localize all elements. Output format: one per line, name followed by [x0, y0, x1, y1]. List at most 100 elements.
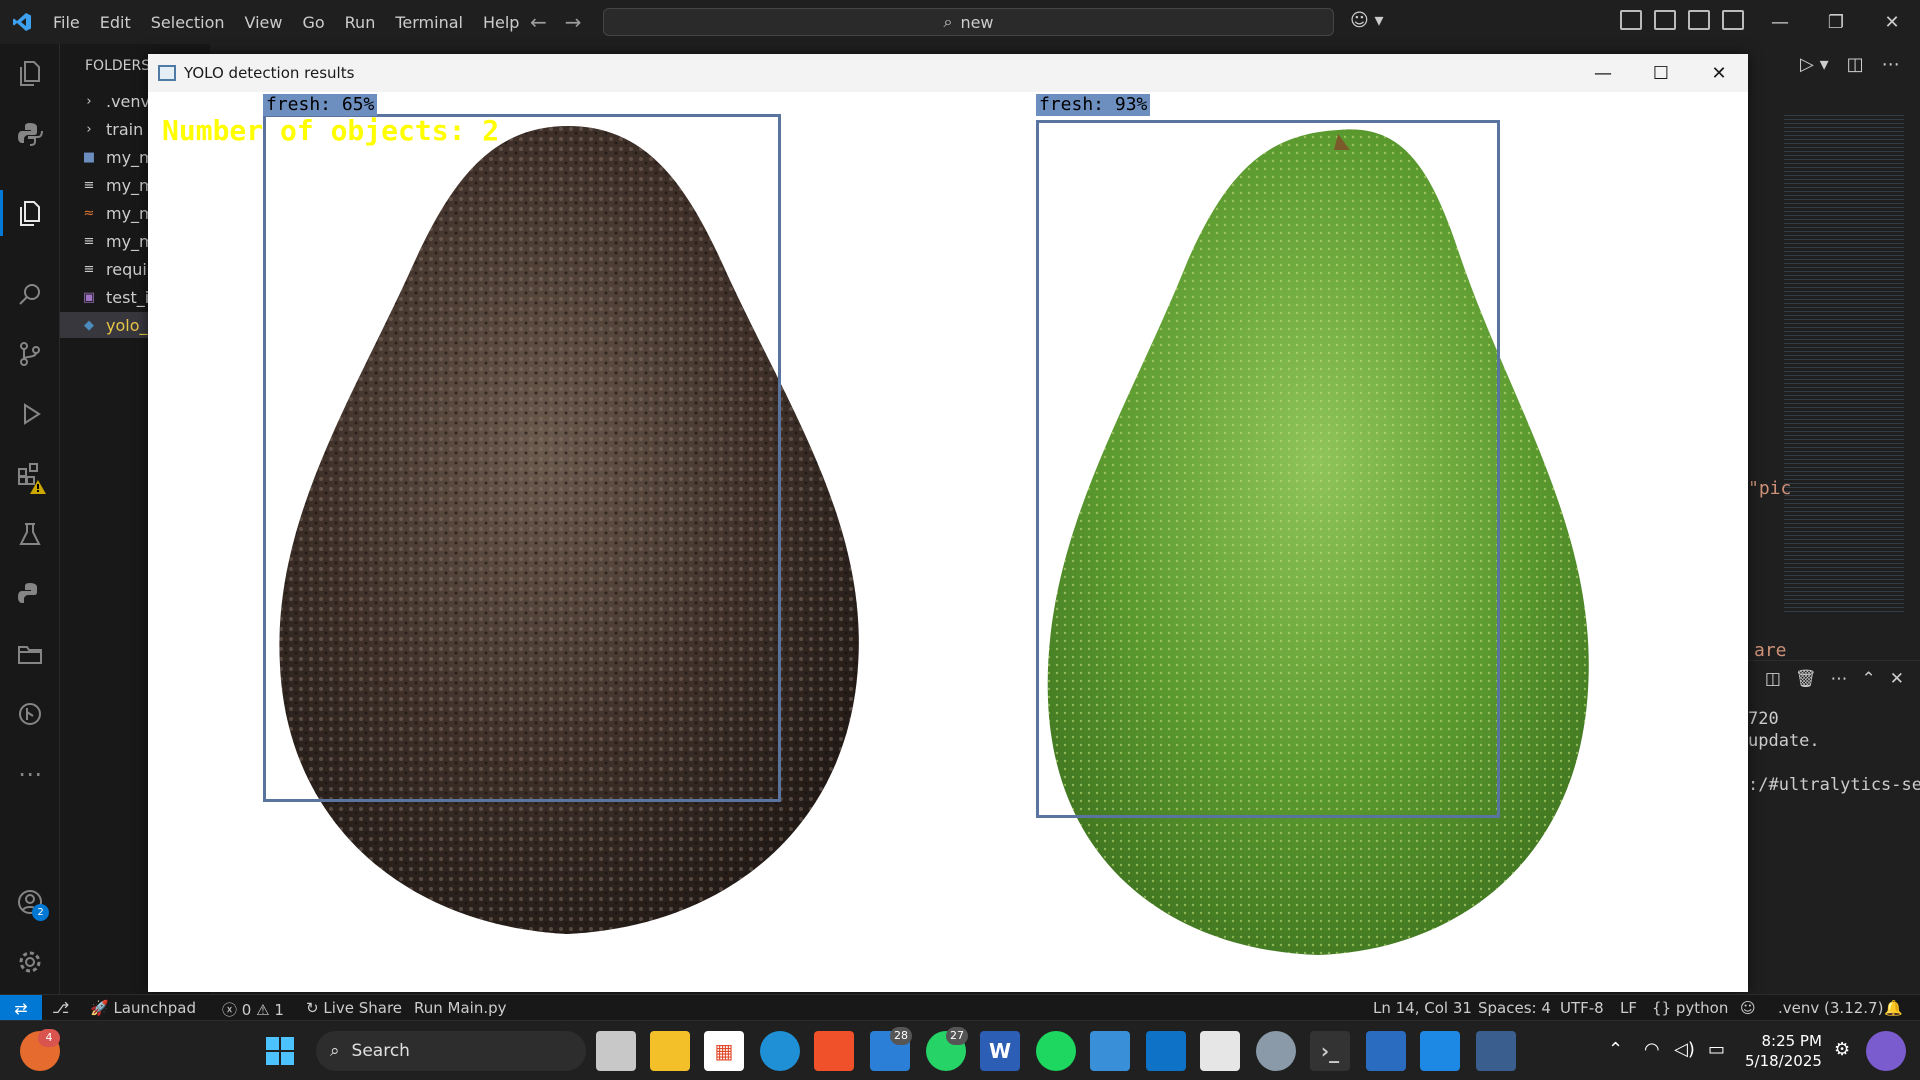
menu-terminal[interactable]: Terminal: [386, 7, 472, 38]
customize-layout-icon[interactable]: [1620, 10, 1642, 30]
menu-selection[interactable]: Selection: [142, 7, 234, 38]
maximize-icon[interactable]: ☐: [1632, 54, 1690, 92]
split-editor-icon[interactable]: ◫: [1847, 54, 1864, 75]
more-views-icon[interactable]: ⋯: [14, 758, 46, 790]
detection-label: fresh: 65%: [263, 94, 378, 116]
trash-icon[interactable]: 🗑: [1795, 669, 1817, 689]
photos-icon[interactable]: [1420, 1031, 1460, 1071]
eol-status[interactable]: LF: [1620, 999, 1637, 1017]
toggle-panel-icon[interactable]: [1688, 10, 1710, 30]
task-view-icon[interactable]: [596, 1031, 636, 1071]
text-file-icon: ≡: [83, 261, 95, 277]
run-file-icon[interactable]: ▷ ▾: [1800, 54, 1829, 75]
python-env-icon[interactable]: [14, 578, 46, 610]
launchpad-status[interactable]: 🚀 Launchpad: [90, 999, 196, 1017]
menu-view[interactable]: View: [236, 7, 292, 38]
spotify-icon[interactable]: [1036, 1031, 1076, 1071]
live-share-status[interactable]: ↻ Live Share: [306, 999, 402, 1017]
close-panel-icon[interactable]: ✕: [1890, 669, 1904, 689]
explorer-files-icon[interactable]: [14, 58, 46, 90]
notifications-bell-icon[interactable]: 🔔: [1884, 999, 1903, 1017]
battery-icon[interactable]: ▭: [1708, 1039, 1725, 1060]
run-debug-icon[interactable]: [14, 398, 46, 430]
problems-status[interactable]: ⓧ 0 ⚠ 1: [222, 999, 284, 1020]
git-graph-icon[interactable]: [14, 698, 46, 730]
back-arrow-icon[interactable]: ←: [530, 10, 547, 34]
notification-badge: 4: [38, 1029, 60, 1047]
warning-badge-icon: [30, 472, 46, 494]
show-hidden-icons-chevron-icon[interactable]: ⌃: [1608, 1039, 1623, 1060]
taskbar-search[interactable]: ⌕ Search: [316, 1031, 586, 1071]
close-icon[interactable]: ✕: [1690, 54, 1748, 92]
text-file-icon: ≡: [83, 233, 95, 249]
activity-bar: ⋯ 2: [0, 44, 60, 994]
snipping-tool-icon[interactable]: [1200, 1031, 1240, 1071]
volume-icon[interactable]: ◁): [1674, 1039, 1695, 1060]
toggle-primary-sidebar-icon[interactable]: [1654, 10, 1676, 30]
search-icon[interactable]: [14, 278, 46, 310]
yolo-window-titlebar[interactable]: YOLO detection results — ☐ ✕: [148, 54, 1748, 92]
menu-run[interactable]: Run: [336, 7, 385, 38]
notepad-icon[interactable]: [1090, 1031, 1130, 1071]
interpreter-status[interactable]: .venv (3.12.7): [1778, 999, 1883, 1017]
rss-file-icon: ≈: [83, 205, 95, 221]
copilot-taskbar-icon[interactable]: [1866, 1031, 1906, 1071]
windows-start-icon[interactable]: [260, 1031, 300, 1071]
vpn-icon[interactable]: [1366, 1031, 1406, 1071]
restore-icon[interactable]: ❐: [1808, 0, 1864, 44]
wifi-icon[interactable]: ◠: [1644, 1039, 1660, 1060]
terminal-icon[interactable]: ›_: [1310, 1031, 1350, 1071]
microsoft-store-icon[interactable]: ▦: [704, 1031, 744, 1071]
chevron-right-icon: ›: [86, 93, 92, 109]
word-icon[interactable]: W: [980, 1031, 1020, 1071]
minimap[interactable]: [1784, 115, 1904, 615]
image-file-icon: ▣: [82, 289, 96, 305]
project-manager-icon[interactable]: [14, 638, 46, 670]
terminal-line: 720: [1748, 709, 1779, 729]
outlook-badge: 28: [890, 1027, 912, 1045]
split-terminal-icon[interactable]: ◫: [1765, 669, 1781, 689]
close-icon[interactable]: ✕: [1864, 0, 1920, 44]
terminal-line: update.: [1748, 731, 1820, 751]
language-status[interactable]: {} python: [1652, 999, 1728, 1017]
extensions-icon[interactable]: [14, 458, 46, 494]
settings-gear-icon[interactable]: [14, 946, 46, 978]
vscode-taskbar-icon[interactable]: [1146, 1031, 1186, 1071]
remote-indicator-icon[interactable]: ⇄: [0, 995, 42, 1021]
accounts-icon[interactable]: 2: [14, 886, 49, 921]
command-center-search[interactable]: ⌕ new: [603, 8, 1334, 36]
more-actions-icon[interactable]: ⋯: [1882, 54, 1900, 75]
notification-settings-icon[interactable]: ⚙: [1834, 1039, 1850, 1060]
source-control-icon[interactable]: [14, 338, 46, 370]
copilot-icon[interactable]: ☺ ▾: [1350, 10, 1384, 31]
python-app-icon[interactable]: [1476, 1031, 1516, 1071]
settings-icon[interactable]: [1256, 1031, 1296, 1071]
menu-go[interactable]: Go: [293, 7, 333, 38]
toggle-secondary-sidebar-icon[interactable]: [1722, 10, 1744, 30]
forward-arrow-icon[interactable]: →: [565, 10, 582, 34]
clock[interactable]: 8:25 PM 5/18/2025: [1745, 1031, 1822, 1071]
source-control-status-icon[interactable]: ⎇: [52, 999, 69, 1017]
run-main-status[interactable]: Run Main.py: [414, 999, 507, 1017]
menu-help[interactable]: Help: [474, 7, 528, 38]
cursor-position-status[interactable]: Ln 14, Col 31: [1373, 999, 1472, 1017]
menu-edit[interactable]: Edit: [91, 7, 140, 38]
copilot-status-icon[interactable]: ☺: [1740, 999, 1756, 1017]
yolo-window-title: YOLO detection results: [184, 64, 355, 82]
explorer-icon[interactable]: [14, 198, 46, 230]
yolo-window-controls: — ☐ ✕: [1574, 54, 1748, 92]
python-icon[interactable]: [14, 118, 46, 150]
minimize-icon[interactable]: —: [1752, 0, 1808, 44]
detection-label: fresh: 93%: [1036, 94, 1151, 116]
more-icon[interactable]: ⋯: [1831, 669, 1848, 689]
maximize-panel-icon[interactable]: ⌃: [1862, 669, 1876, 689]
file-explorer-icon[interactable]: [650, 1031, 690, 1071]
indentation-status[interactable]: Spaces: 4: [1478, 999, 1551, 1017]
testing-icon[interactable]: [14, 518, 46, 550]
panel-header: ◫ 🗑 ⋯ ⌃ ✕: [1744, 660, 1920, 696]
edge-browser-icon[interactable]: [760, 1031, 800, 1071]
menu-file[interactable]: File: [44, 7, 89, 38]
brave-browser-icon[interactable]: [814, 1031, 854, 1071]
encoding-status[interactable]: UTF-8: [1560, 999, 1604, 1017]
minimize-icon[interactable]: —: [1574, 54, 1632, 92]
